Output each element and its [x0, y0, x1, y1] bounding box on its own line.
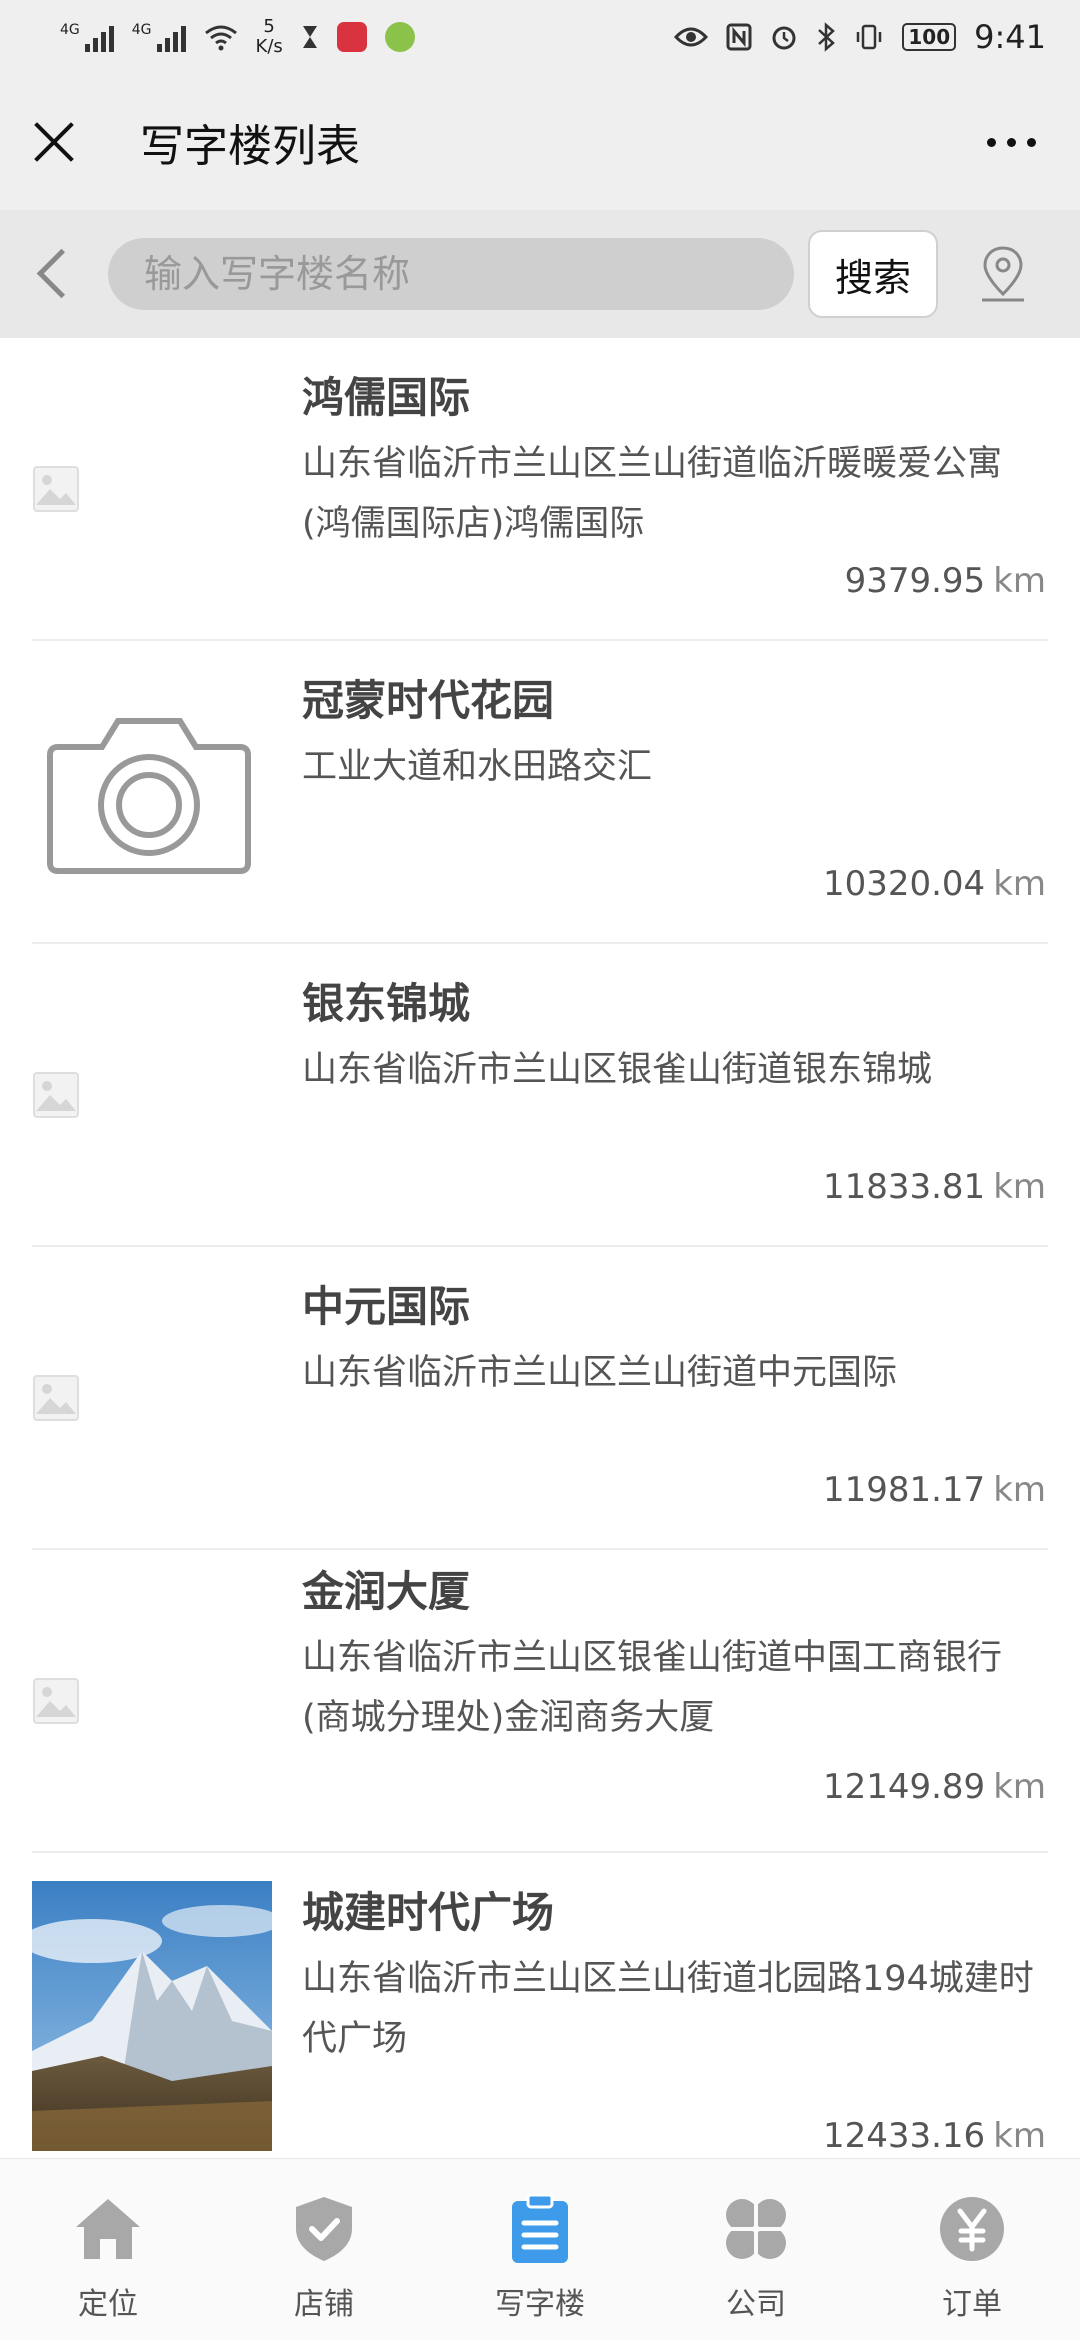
vibrate-icon	[857, 24, 882, 50]
building-address: 工业大道和水田路交汇	[302, 747, 653, 787]
list-item[interactable]: 冠蒙时代花园 工业大道和水田路交汇 10320.04 km	[32, 641, 1048, 944]
yen-icon	[940, 2197, 1004, 2261]
list-item[interactable]: 金润大厦 山东省临沂市兰山区银雀山街道中国工商银行(商城分理处)金润商务大厦 1…	[32, 1550, 1048, 1853]
tab-companies[interactable]: 公司	[648, 2159, 864, 2340]
bottom-tab-bar: 定位 店铺 写字楼 公司 订单	[0, 2158, 1080, 2340]
tab-location[interactable]: 定位	[0, 2159, 216, 2340]
building-address: 山东省临沂市兰山区兰山街道临沂暖暖爱公寓(鸿儒国际店)鸿儒国际	[302, 444, 1003, 544]
building-address: 山东省临沂市兰山区兰山街道北园路194城建时代广场	[302, 1959, 1034, 2059]
list-item[interactable]: 城建时代广场 山东省临沂市兰山区兰山街道北园路194城建时代广场 12433.1…	[32, 1853, 1048, 2156]
more-options-button[interactable]	[987, 137, 1036, 147]
building-name: 金润大厦	[302, 1567, 471, 1616]
clover-icon	[726, 2199, 786, 2259]
eye-icon	[674, 27, 709, 47]
wifi-icon	[204, 25, 237, 51]
alarm-icon	[772, 26, 796, 50]
clock: 9:41	[974, 18, 1046, 56]
bluetooth-icon	[818, 22, 836, 52]
building-address: 山东省临沂市兰山区银雀山街道银东锦城	[302, 1050, 933, 1090]
broken-image-icon	[33, 1677, 79, 1724]
title-bar: 写字楼列表	[0, 74, 1080, 210]
building-thumbnail	[32, 641, 272, 942]
camera-placeholder-icon	[47, 717, 251, 874]
broken-image-icon	[33, 1374, 79, 1421]
network-speed: 5 K/s	[255, 16, 283, 57]
building-list: 鸿儒国际 山东省临沂市兰山区兰山街道临沂暖暖爱公寓(鸿儒国际店)鸿儒国际 937…	[0, 338, 1080, 2158]
tab-office-buildings[interactable]: 写字楼	[432, 2159, 648, 2340]
list-item[interactable]: 银东锦城 山东省临沂市兰山区银雀山街道银东锦城 11833.81 km	[32, 944, 1048, 1247]
building-thumbnail	[32, 1853, 272, 2156]
tab-label: 公司	[726, 2287, 786, 2322]
building-distance: 11981.17 km	[822, 1470, 1046, 1510]
building-name: 冠蒙时代花园	[302, 676, 555, 725]
tab-label: 定位	[78, 2287, 138, 2322]
signal-icon: 4G	[60, 22, 114, 52]
status-bar: 4G 4G 5 K/s 100 9:41	[0, 0, 1080, 74]
mountain-photo	[32, 1881, 272, 2151]
list-item[interactable]: 鸿儒国际 山东省临沂市兰山区兰山街道临沂暖暖爱公寓(鸿儒国际店)鸿儒国际 937…	[32, 338, 1048, 641]
building-name: 鸿儒国际	[302, 373, 471, 422]
search-bar: 搜索	[0, 210, 1080, 338]
broken-image-icon	[33, 465, 79, 512]
building-address: 山东省临沂市兰山区兰山街道中元国际	[302, 1353, 898, 1393]
app-icon	[384, 22, 415, 52]
building-distance: 12433.16 km	[822, 2116, 1046, 2156]
shield-check-icon	[296, 2197, 352, 2261]
nfc-icon	[726, 23, 752, 51]
hourglass-icon	[302, 26, 317, 48]
search-input[interactable]	[108, 238, 794, 310]
tab-label: 订单	[942, 2287, 1002, 2322]
search-button[interactable]: 搜索	[808, 230, 938, 318]
building-distance: 11833.81 km	[822, 1167, 1046, 1207]
building-thumbnail	[32, 1247, 272, 1548]
building-name: 银东锦城	[302, 979, 471, 1028]
clipboard-icon	[512, 2193, 568, 2263]
tab-label: 店铺	[294, 2287, 354, 2322]
building-name: 中元国际	[302, 1282, 471, 1331]
page-title: 写字楼列表	[140, 121, 360, 172]
signal-icon: 4G	[132, 22, 186, 52]
calendar-app-icon	[336, 22, 367, 52]
back-button[interactable]	[32, 244, 72, 304]
building-distance: 9379.95 km	[844, 561, 1046, 601]
broken-image-icon	[33, 1071, 79, 1118]
building-name: 城建时代广场	[302, 1888, 555, 1937]
tab-label: 写字楼	[495, 2287, 585, 2322]
home-icon	[76, 2199, 140, 2259]
tab-orders[interactable]: 订单	[864, 2159, 1080, 2340]
location-pin-icon[interactable]	[978, 244, 1028, 304]
building-distance: 10320.04 km	[822, 864, 1046, 904]
battery-indicator: 100	[902, 23, 957, 51]
building-thumbnail	[32, 1550, 272, 1851]
building-address: 山东省临沂市兰山区银雀山街道中国工商银行(商城分理处)金润商务大厦	[302, 1638, 1003, 1738]
building-distance: 12149.89 km	[822, 1767, 1046, 1807]
list-item[interactable]: 中元国际 山东省临沂市兰山区兰山街道中元国际 11981.17 km	[32, 1247, 1048, 1550]
close-button[interactable]	[32, 120, 76, 164]
tab-shops[interactable]: 店铺	[216, 2159, 432, 2340]
building-thumbnail	[32, 944, 272, 1245]
building-thumbnail	[32, 338, 272, 639]
